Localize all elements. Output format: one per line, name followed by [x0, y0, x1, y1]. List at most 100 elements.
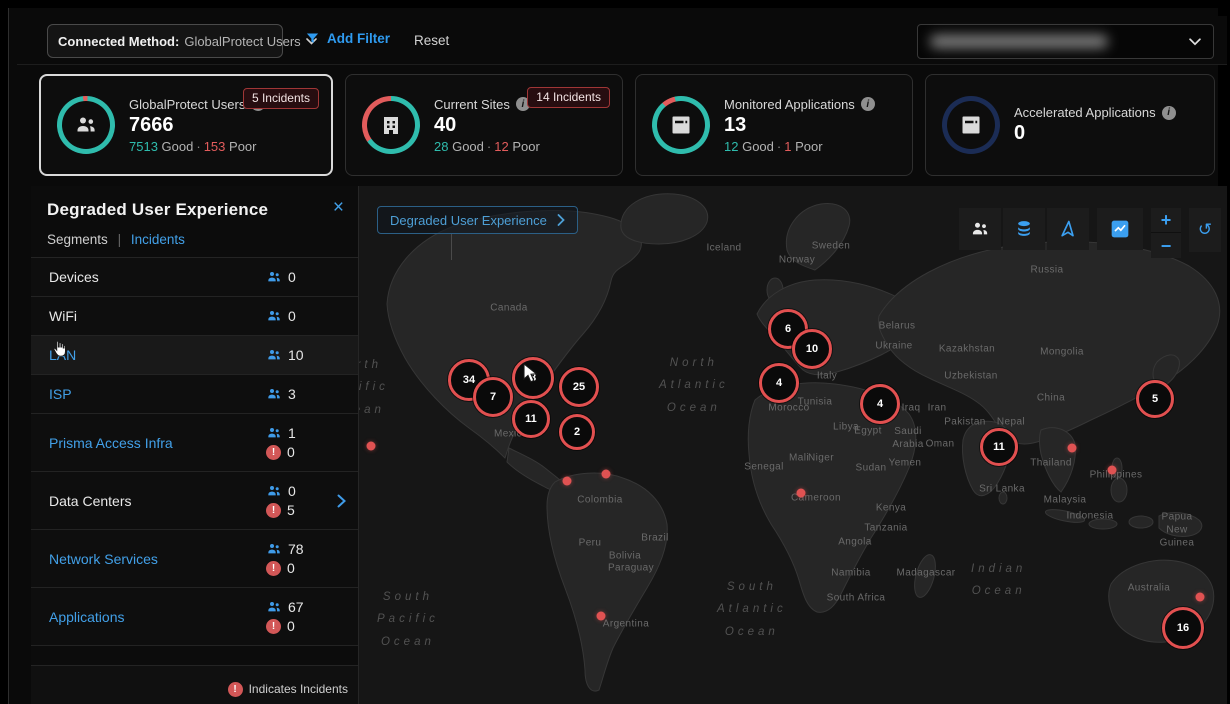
map-cluster-marker[interactable]: 7 [473, 377, 513, 417]
map-cluster-marker[interactable]: 11 [512, 400, 550, 438]
map-incident-dot[interactable] [1068, 444, 1077, 453]
close-icon[interactable]: × [333, 198, 344, 217]
user-count: 0 [266, 483, 312, 499]
trend-chart-icon [1110, 219, 1130, 239]
card-value: 40 [434, 114, 540, 137]
segment-counts: 78!0 [266, 541, 312, 576]
chevron-down-icon [1189, 38, 1201, 46]
world-map[interactable]: IcelandNorwaySwedenRussiaCanadaBelarusUk… [359, 186, 1227, 704]
health-donut [57, 96, 115, 154]
stat-card-monitored-applications[interactable]: Monitored Applications i 13 12 Good·1 Po… [635, 74, 913, 176]
stat-card-accelerated-applications[interactable]: Accelerated Applications i 0 [925, 74, 1215, 176]
stat-card-current-sites[interactable]: Current Sites i 40 28 Good·12 Poor14 Inc… [345, 74, 623, 176]
users-layer-button[interactable] [959, 208, 1001, 250]
footnote-label: Indicates Incidents [249, 682, 348, 696]
map-controls: + − ↺ [959, 208, 1221, 258]
map-overlay-degraded-button[interactable]: Degraded User Experience [377, 206, 578, 234]
segment-row-applications[interactable]: Applications 67 !0 [31, 588, 358, 646]
map-incident-dot[interactable] [602, 470, 611, 479]
overlay-leader-line [451, 234, 452, 260]
info-icon[interactable]: i [1162, 106, 1176, 120]
map-cluster-marker[interactable]: 11 [980, 428, 1018, 466]
layer-toggle-group [959, 208, 1089, 250]
topbar: Connected Method: GlobalProtect Users Ad… [17, 16, 1227, 65]
zoom-in-button[interactable]: + [1151, 208, 1181, 233]
panel-tabs: Segments | Incidents [47, 232, 342, 247]
filter-icon [305, 31, 320, 46]
health-donut [942, 96, 1000, 154]
incident-icon: ! [266, 619, 281, 634]
segment-row-lan[interactable]: LAN 10 [31, 336, 358, 375]
map-cluster-marker[interactable]: 2 [559, 414, 595, 450]
tab-segments[interactable]: Segments [47, 232, 108, 247]
map-cluster-marker[interactable]: 4 [759, 363, 799, 403]
card-title: Monitored Applications [724, 97, 855, 112]
user-count: 78 [266, 541, 312, 557]
map-cluster-marker[interactable]: 10 [792, 329, 832, 369]
segment-counts: 0!5 [266, 483, 312, 518]
card-title: Accelerated Applications [1014, 105, 1156, 120]
segment-label[interactable]: Network Services [49, 551, 158, 567]
map-incident-dot[interactable] [597, 612, 606, 621]
segment-label[interactable]: Applications [49, 609, 125, 625]
navigation-layer-button[interactable] [1047, 208, 1089, 250]
incident-count: !0 [266, 618, 312, 634]
card-body: Accelerated Applications i 0 [1014, 105, 1176, 145]
segment-counts: 1!0 [266, 425, 312, 460]
chart-view-button[interactable] [1097, 208, 1143, 250]
application-icon [959, 113, 983, 137]
map-incident-dot[interactable] [1196, 593, 1205, 602]
map-cluster-marker[interactable]: 4 [860, 384, 900, 424]
card-value: 7666 [129, 114, 265, 137]
map-incident-dot[interactable] [367, 442, 376, 451]
layers-button[interactable] [1003, 208, 1045, 250]
add-filter-button[interactable]: Add Filter [305, 31, 390, 46]
segment-row-devices[interactable]: Devices 0 [31, 258, 358, 297]
map-incident-dot[interactable] [1108, 466, 1117, 475]
tenant-selector-dropdown[interactable] [917, 24, 1214, 59]
users-icon [266, 483, 282, 499]
good-poor-line: 28 Good·12 Poor [434, 139, 540, 154]
users-icon [266, 386, 282, 402]
reset-view-button[interactable]: ↺ [1189, 208, 1221, 252]
segment-row-data-centers[interactable]: Data Centers 0!5 [31, 472, 358, 530]
stat-card-globalprotect-users[interactable]: GlobalProtect Users i 7666 7513 Good·153… [39, 74, 333, 176]
segment-counts: 10 [266, 347, 312, 363]
incidents-badge[interactable]: 14 Incidents [527, 87, 610, 108]
map-cluster-marker[interactable]: 25 [559, 367, 599, 407]
segment-label: Data Centers [49, 493, 131, 509]
map-cluster-marker[interactable]: 16 [1162, 607, 1204, 649]
user-count: 1 [266, 425, 312, 441]
map-incident-dot[interactable] [563, 477, 572, 486]
connected-method-dropdown[interactable]: Connected Method: GlobalProtect Users [47, 24, 283, 58]
segment-row-prisma-access-infra[interactable]: Prisma Access Infra 1!0 [31, 414, 358, 472]
building-icon [379, 113, 403, 137]
map-cluster-marker[interactable]: 5 [1136, 380, 1174, 418]
incident-icon: ! [266, 445, 281, 460]
navigation-arrow-icon [1058, 219, 1078, 239]
zoom-out-button[interactable]: − [1151, 233, 1181, 258]
incidents-badge[interactable]: 5 Incidents [243, 88, 319, 109]
map-landmass [359, 186, 1227, 704]
tab-incidents[interactable]: Incidents [131, 232, 185, 247]
users-icon [266, 269, 282, 285]
segment-row-wifi[interactable]: WiFi 0 [31, 297, 358, 336]
health-donut [362, 96, 420, 154]
application-icon [669, 113, 693, 137]
reset-filters-button[interactable]: Reset [414, 33, 449, 48]
segment-label[interactable]: ISP [49, 386, 72, 402]
segment-counts: 3 [266, 386, 312, 402]
map-incident-dot[interactable] [797, 489, 806, 498]
segment-label[interactable]: LAN [49, 347, 76, 363]
user-count: 67 [266, 599, 312, 615]
segment-row-network-services[interactable]: Network Services 78!0 [31, 530, 358, 588]
adem-dashboard-screen: Connected Method: GlobalProtect Users Ad… [0, 0, 1230, 704]
panel-footnote: ! Indicates Incidents [31, 665, 358, 704]
chevron-right-icon[interactable] [337, 494, 346, 508]
info-icon[interactable]: i [861, 97, 875, 111]
segment-row-isp[interactable]: ISP 3 [31, 375, 358, 414]
map-cluster-marker[interactable]: 8 [512, 357, 554, 399]
segment-label[interactable]: Prisma Access Infra [49, 435, 173, 451]
card-value: 0 [1014, 122, 1176, 145]
segment-counts: 0 [266, 308, 312, 324]
